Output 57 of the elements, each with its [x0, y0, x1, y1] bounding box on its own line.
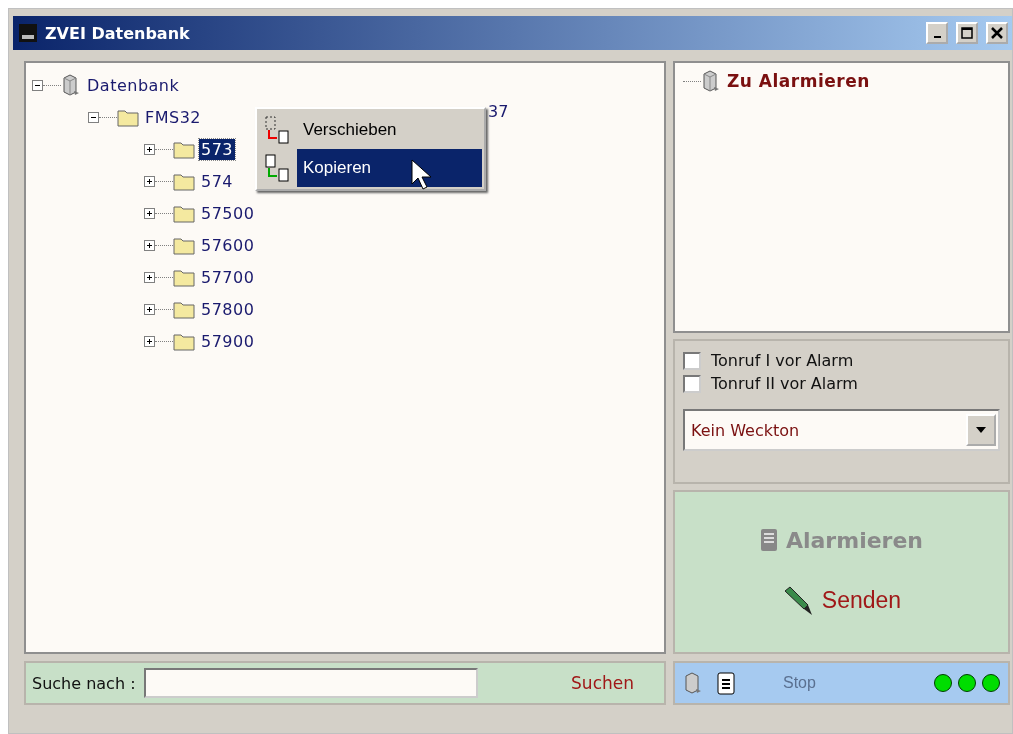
copy-icon: [264, 153, 292, 183]
expand-toggle[interactable]: [144, 303, 155, 315]
expand-toggle[interactable]: [144, 143, 155, 155]
tree-item[interactable]: 574: [199, 170, 236, 192]
folder-icon: [173, 235, 195, 255]
tree-item[interactable]: 57800: [199, 298, 257, 320]
folder-icon: [173, 299, 195, 319]
collapse-toggle[interactable]: [32, 79, 43, 91]
dropdown-button[interactable]: [966, 414, 996, 446]
search-button[interactable]: Suchen: [565, 672, 640, 694]
expand-toggle[interactable]: [144, 207, 155, 219]
checkbox[interactable]: [683, 351, 701, 370]
close-icon: [991, 27, 1003, 39]
minimize-button[interactable]: [926, 22, 948, 44]
close-button[interactable]: [986, 22, 1008, 44]
expand-toggle[interactable]: [144, 335, 155, 347]
folder-icon: [173, 139, 195, 159]
app-icon: [19, 24, 37, 42]
server-icon: [701, 70, 721, 92]
caret-icon: [976, 427, 986, 433]
pager-icon: [759, 528, 778, 552]
notepad-icon[interactable]: [717, 671, 735, 695]
expand-toggle[interactable]: [144, 239, 155, 251]
tree-item[interactable]: 57700: [199, 266, 257, 288]
tree-item[interactable]: 573: [199, 138, 236, 160]
minimize-icon: [933, 36, 941, 38]
window-title: ZVEI Datenbank: [45, 23, 191, 43]
tree-item[interactable]: 57900: [199, 330, 257, 352]
checkbox-label: Tonruf II vor Alarm: [711, 374, 858, 393]
maximize-button[interactable]: [956, 22, 978, 44]
menu-item[interactable]: Kopieren: [297, 149, 482, 187]
tree-item[interactable]: Zu Alarmieren: [725, 70, 872, 92]
dropdown-value: Kein Weckton: [691, 420, 800, 440]
folder-icon: [173, 171, 195, 191]
tree-item[interactable]: Datenbank: [85, 74, 182, 96]
tree-item[interactable]: FMS32: [143, 106, 204, 128]
folder-icon: [173, 203, 195, 223]
maximize-icon: [961, 27, 973, 39]
checkbox[interactable]: [683, 374, 701, 393]
tone-dropdown[interactable]: Kein Weckton: [683, 409, 1000, 451]
send-button[interactable]: Senden: [775, 583, 908, 618]
search-field[interactable]: [143, 668, 478, 698]
search-label: Suche nach :: [32, 673, 136, 693]
expand-toggle[interactable]: [144, 271, 155, 283]
folder-icon: [173, 267, 195, 287]
folder-icon: [117, 107, 139, 127]
checkbox-label: Tonruf I vor Alarm: [711, 351, 854, 370]
menu-item[interactable]: Verschieben: [297, 111, 482, 149]
server-icon: [61, 74, 81, 96]
expand-toggle[interactable]: [144, 175, 155, 187]
move-icon: [264, 115, 292, 145]
server-icon[interactable]: [683, 672, 703, 694]
tree-item[interactable]: 57600: [199, 234, 257, 256]
collapse-toggle[interactable]: [88, 111, 99, 123]
tree-item[interactable]: 57500: [199, 202, 257, 224]
folder-icon: [173, 331, 195, 351]
tree-item-text: 37: [488, 102, 509, 121]
